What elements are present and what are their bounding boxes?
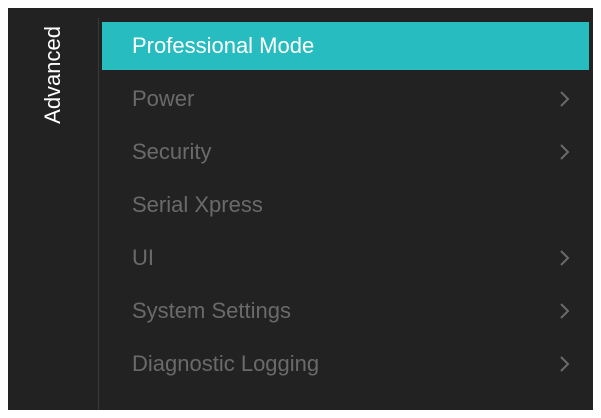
menu-item-power[interactable]: Power	[102, 75, 589, 123]
menu-item-diagnostic-logging[interactable]: Diagnostic Logging	[102, 340, 589, 388]
settings-screen: Advanced Professional Mode Power Securit…	[8, 8, 593, 410]
menu-item-label: System Settings	[132, 298, 291, 323]
section-title: Advanced	[40, 26, 65, 124]
divider	[98, 18, 99, 410]
chevron-right-icon	[559, 128, 573, 176]
chevron-right-icon	[559, 75, 573, 123]
menu-item-professional-mode[interactable]: Professional Mode	[102, 22, 589, 70]
chevron-right-icon	[559, 287, 573, 335]
menu-item-ui[interactable]: UI	[102, 234, 589, 282]
menu-item-label: Power	[132, 86, 195, 111]
menu-item-label: UI	[132, 245, 154, 270]
chevron-right-icon	[559, 234, 573, 282]
menu-item-label: Security	[132, 139, 212, 164]
chevron-right-icon	[559, 340, 573, 388]
menu-item-serial-xpress[interactable]: Serial Xpress	[102, 181, 589, 229]
menu-item-system-settings[interactable]: System Settings	[102, 287, 589, 335]
menu-item-label: Diagnostic Logging	[132, 351, 320, 376]
menu-item-label: Professional Mode	[132, 33, 315, 58]
settings-menu: Professional Mode Power Security Serial …	[102, 22, 589, 393]
menu-item-security[interactable]: Security	[102, 128, 589, 176]
menu-item-label: Serial Xpress	[132, 192, 263, 217]
